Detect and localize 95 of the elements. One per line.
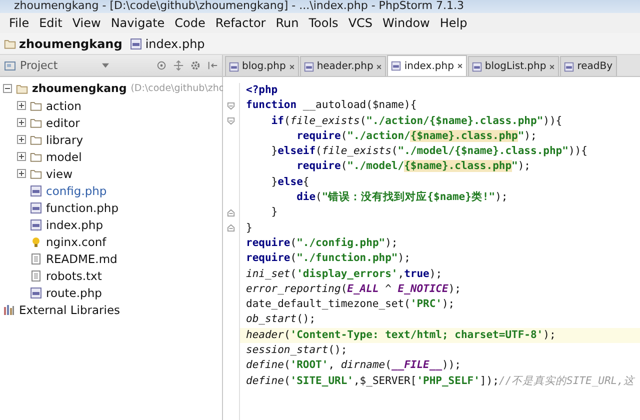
breadcrumb-item[interactable]: index.php [145, 36, 205, 50]
code-line: error_reporting(E_ALL ^ E_NOTICE); [245, 282, 462, 297]
close-icon[interactable] [456, 63, 463, 69]
fold-end-icon[interactable] [227, 209, 235, 218]
folder-icon [30, 100, 42, 112]
tree-item[interactable]: index.php [46, 218, 104, 232]
php-file-icon [30, 286, 42, 298]
menu-item[interactable]: View [67, 16, 106, 30]
tree-toggle-icon[interactable] [17, 118, 26, 127]
menu-item[interactable]: Edit [34, 16, 68, 30]
bulb-icon [30, 236, 42, 248]
code-line: } [245, 220, 254, 236]
text-file-icon [30, 252, 42, 264]
text-file-icon [30, 270, 42, 282]
caret-icon[interactable] [102, 63, 109, 68]
php-file-icon [30, 202, 42, 214]
tree-item[interactable]: action [46, 98, 82, 112]
menu-item[interactable]: Window [378, 16, 435, 30]
tree-toggle-icon[interactable] [17, 101, 26, 110]
code-line: }else{ [270, 174, 310, 190]
tree-item[interactable]: view [46, 166, 72, 180]
php-file-icon [472, 62, 482, 72]
code-line: define('SITE_URL',$_SERVER['PHP_SELF']);//不是真实的SITE_URL,这 [245, 374, 636, 389]
fold-icon[interactable] [227, 117, 235, 126]
close-icon[interactable] [549, 64, 556, 70]
php-file-icon [30, 218, 42, 230]
panel-title[interactable]: Project [20, 59, 58, 72]
folder-icon [30, 168, 42, 180]
settings-icon[interactable] [190, 60, 201, 71]
menu-item[interactable]: Help [434, 16, 472, 30]
editor-tab[interactable]: readBy [560, 56, 617, 76]
tree-item[interactable]: model [46, 150, 82, 164]
tree-item[interactable]: function.php [46, 200, 119, 214]
code-line: if(file_exists("./action/{$name}.class.php")){ [270, 114, 564, 129]
code-line: define('ROOT', dirname(__FILE__)); [245, 358, 462, 374]
collapse-icon[interactable] [207, 60, 218, 71]
code-line: require("./config.php"); [245, 236, 399, 251]
tree-item[interactable]: config.php [46, 184, 107, 198]
tree-toggle-icon[interactable] [17, 152, 26, 161]
php-file-icon [130, 38, 142, 50]
tree-item[interactable]: External Libraries [19, 302, 120, 316]
editor-tab[interactable]: blog.php [225, 56, 299, 76]
folder-icon [30, 150, 42, 162]
close-icon[interactable] [288, 64, 295, 70]
folder-icon [30, 116, 42, 128]
menu-item[interactable]: Code [170, 16, 210, 30]
project-name[interactable]: zhoumengkang [32, 82, 127, 95]
tree-item[interactable]: route.php [46, 286, 102, 300]
tree-item[interactable]: robots.txt [46, 268, 102, 282]
code-line: } [270, 205, 279, 220]
code-line: }elseif(file_exists("./model/{$name}.class.php")){ [270, 144, 588, 160]
expand-icon[interactable] [173, 60, 184, 71]
editor-tab[interactable]: blogList.php [468, 56, 560, 76]
code-line: ob_start(); [245, 312, 317, 328]
php-file-icon [304, 62, 314, 72]
code-line: date_default_timezone_set('PRC'); [245, 297, 456, 312]
library-icon [3, 304, 15, 316]
code-line: require("./action/{$name}.class.php"); [296, 128, 538, 144]
window-title: zhoumengkang - [D:\code\github\zhoumengkang] - ...\index.php - PhpStorm 7.1.3 [14, 0, 464, 12]
php-file-icon [564, 62, 574, 72]
editor-tab[interactable]: header.php [300, 56, 386, 76]
fold-end-icon[interactable] [227, 224, 235, 232]
menu-item[interactable]: Run [270, 16, 304, 30]
code-line: require("./model/{$name}.class.php"); [296, 159, 532, 174]
menu-item[interactable]: Tools [304, 16, 344, 30]
tree-toggle-icon[interactable] [17, 135, 26, 144]
tree-item[interactable]: nginx.conf [46, 234, 106, 248]
code-line: function __autoload($name){ [245, 98, 418, 114]
menu-item[interactable]: Navigate [106, 16, 170, 30]
project-icon [4, 60, 16, 72]
target-icon[interactable] [156, 60, 167, 71]
code-line: die("错误：没有找到对应{$name}类!"); [296, 190, 509, 206]
tree-item[interactable]: library [46, 132, 83, 146]
tree-toggle-icon[interactable] [17, 169, 26, 178]
menu-item[interactable]: Refactor [210, 16, 271, 30]
close-icon[interactable] [376, 64, 382, 70]
php-file-icon [30, 184, 42, 196]
menu-item[interactable]: File [4, 16, 34, 30]
tree-toggle-icon[interactable] [3, 84, 12, 93]
menu-item[interactable]: VCS [343, 16, 378, 30]
breadcrumb-item[interactable]: zhoumengkang [19, 36, 122, 50]
code-line: session_start(); [245, 343, 348, 358]
folder-icon [30, 134, 42, 146]
php-file-icon [229, 62, 239, 72]
code-line: ini_set('display_errors',true); [245, 266, 444, 282]
folder-icon [16, 82, 28, 94]
tree-item[interactable]: editor [46, 116, 80, 130]
folder-icon [4, 38, 16, 50]
tree-item[interactable]: README.md [46, 252, 118, 266]
php-file-icon [391, 61, 402, 71]
fold-icon[interactable] [227, 102, 235, 110]
project-path: (D:\code\github\zho [130, 83, 225, 94]
code-line: require("./function.php"); [245, 251, 412, 266]
code-line: <?php [245, 83, 279, 98]
editor-tab[interactable]: index.php [387, 55, 467, 76]
